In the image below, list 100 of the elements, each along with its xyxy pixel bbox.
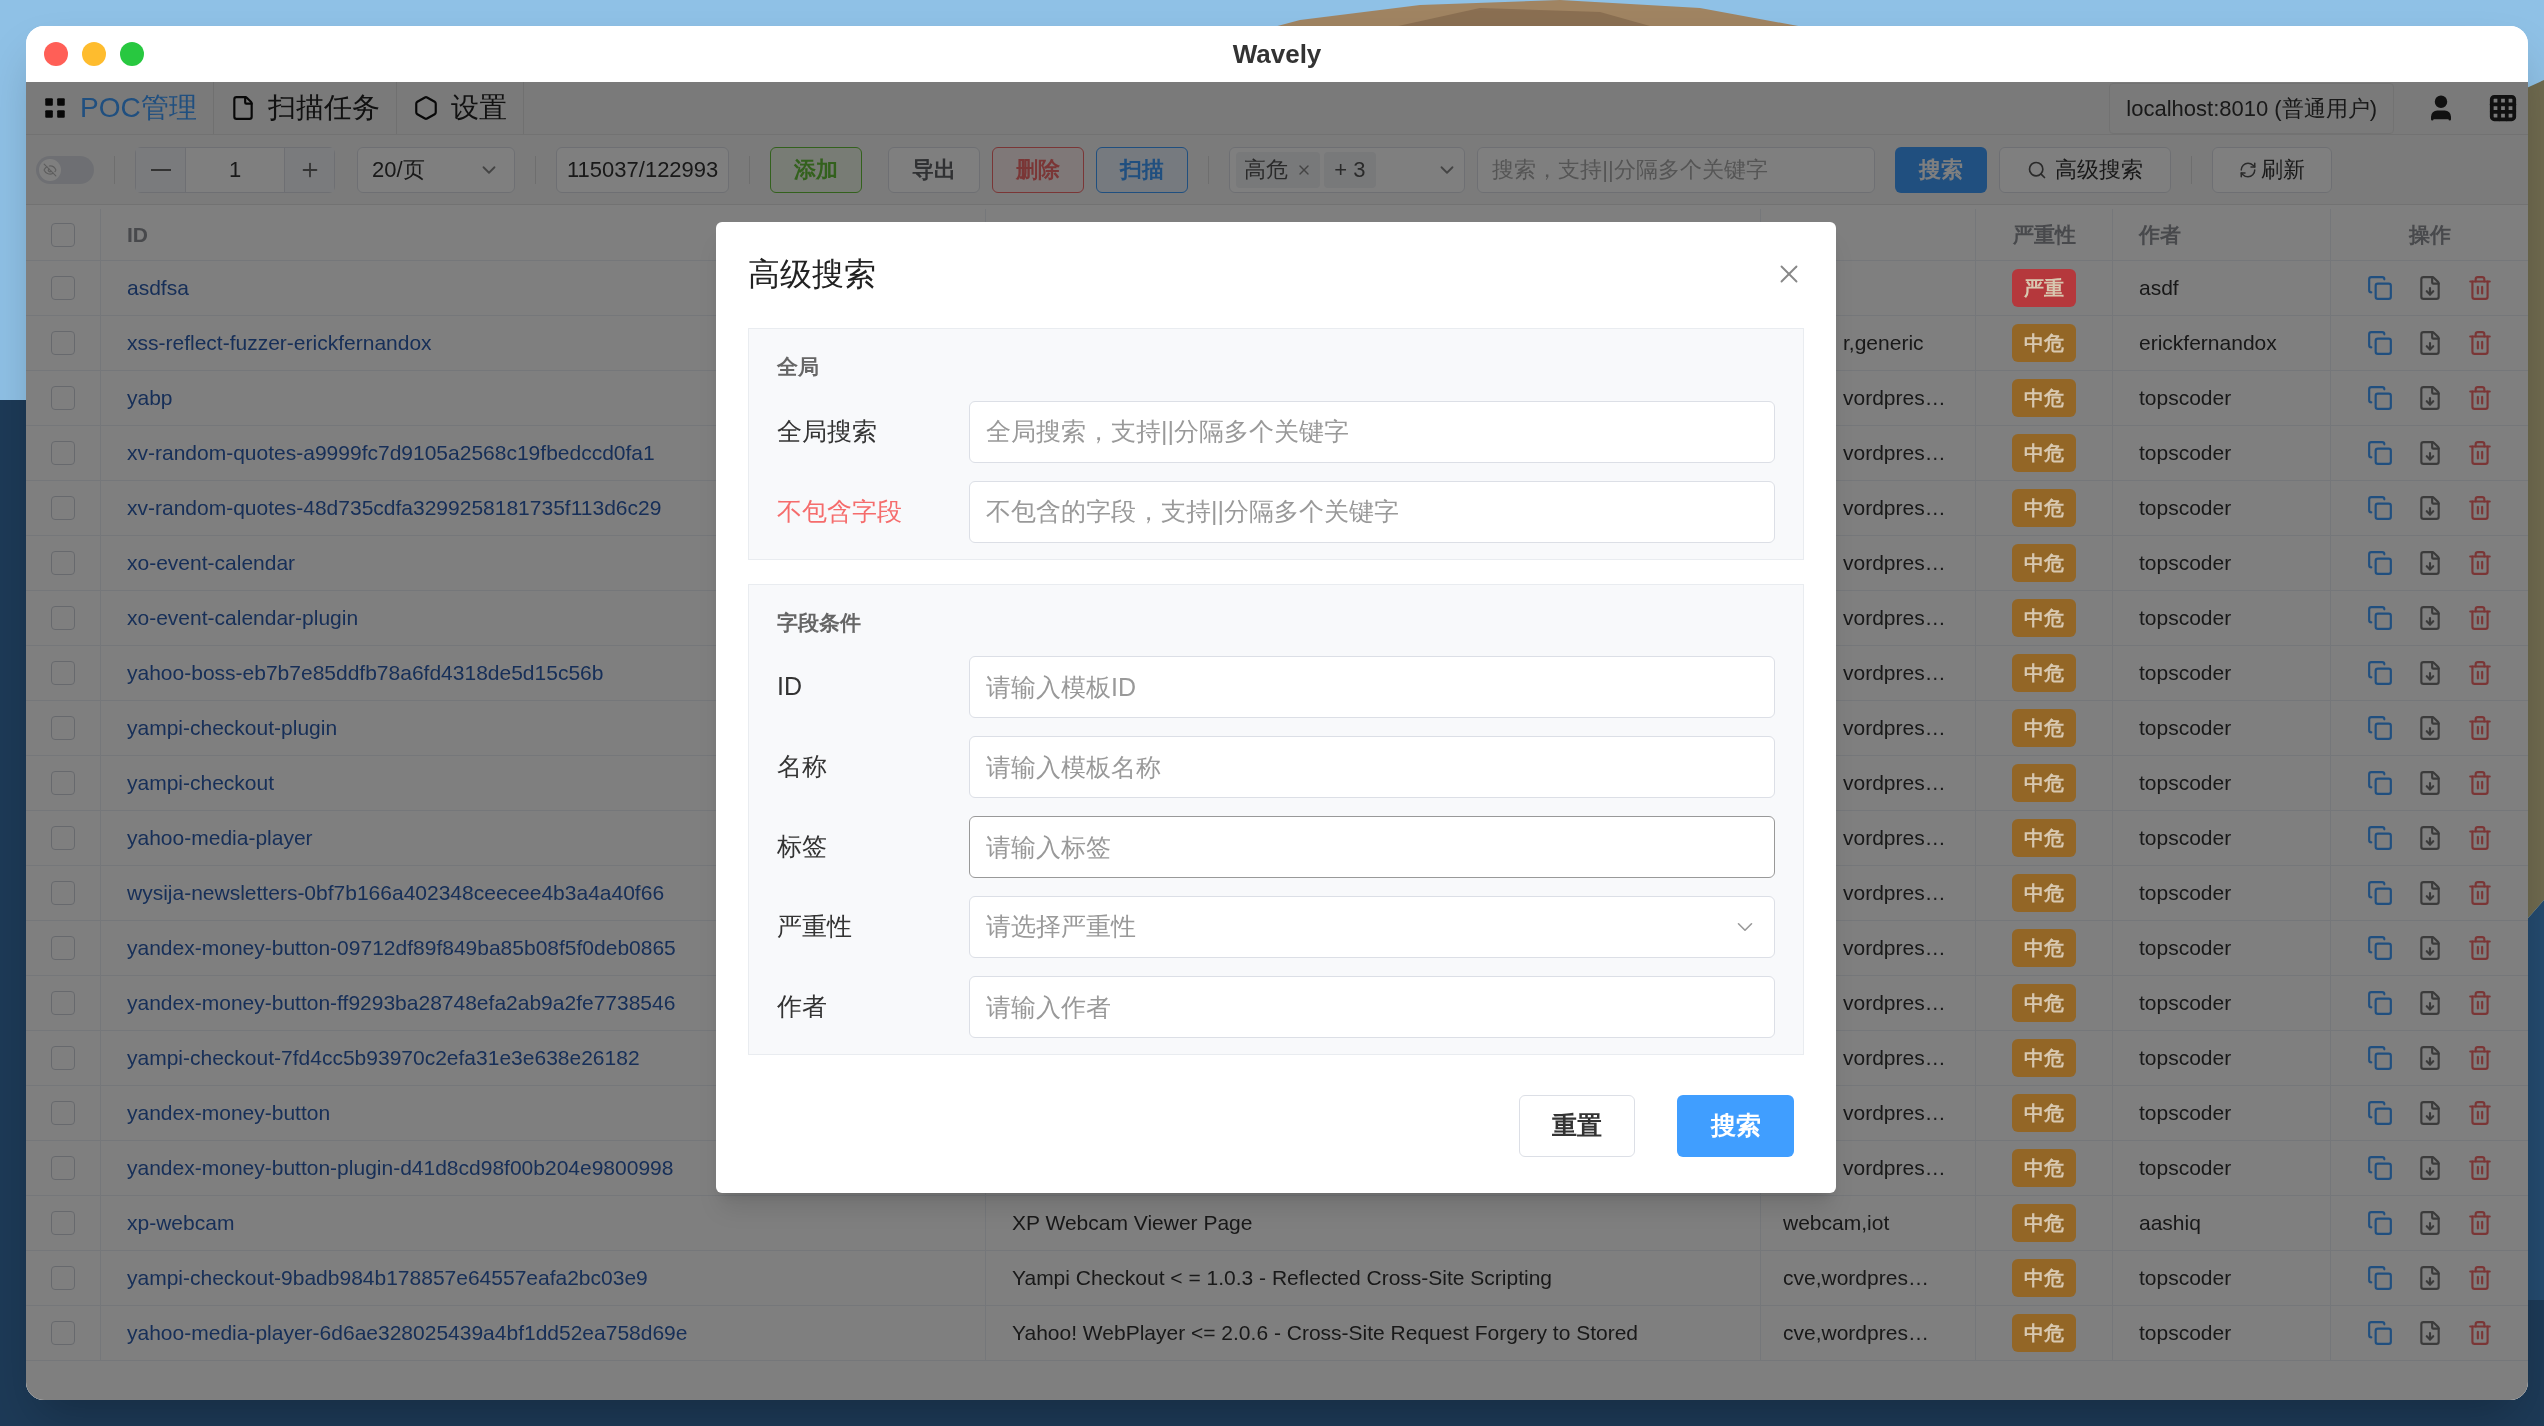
delete-icon[interactable]: [2466, 880, 2493, 906]
row-checkbox[interactable]: [51, 881, 75, 905]
template-id-link[interactable]: yampi-checkout-7fd4cc5b93970c2efa31e3e638e26182: [127, 1042, 640, 1074]
delete-icon[interactable]: [2466, 550, 2493, 576]
template-id-link[interactable]: yampi-checkout-plugin: [127, 712, 338, 744]
copy-icon[interactable]: [2366, 440, 2393, 466]
reset-button[interactable]: 重置: [1519, 1095, 1635, 1157]
copy-icon[interactable]: [2366, 990, 2393, 1016]
delete-icon[interactable]: [2466, 660, 2493, 686]
template-id-link[interactable]: yampi-checkout: [127, 767, 275, 799]
toggle-switch[interactable]: [36, 155, 94, 184]
delete-icon[interactable]: [2466, 1265, 2493, 1291]
row-checkbox[interactable]: [51, 1266, 75, 1290]
copy-icon[interactable]: [2366, 605, 2393, 631]
template-id-link[interactable]: yandex-money-button-plugin-d41d8cd98f00b204e9800998: [127, 1152, 674, 1184]
copy-icon[interactable]: [2366, 770, 2393, 796]
row-checkbox[interactable]: [51, 551, 75, 575]
delete-icon[interactable]: [2466, 495, 2493, 521]
delete-icon[interactable]: [2466, 1210, 2493, 1236]
template-id-link[interactable]: yandex-money-button-ff9293ba28748efa2ab9a2fe7738546: [127, 987, 676, 1019]
row-checkbox[interactable]: [51, 496, 75, 520]
row-checkbox[interactable]: [51, 991, 75, 1015]
copy-icon[interactable]: [2366, 1155, 2393, 1181]
copy-icon[interactable]: [2366, 935, 2393, 961]
template-id-link[interactable]: xss-reflect-fuzzer-erickfernandox: [127, 327, 432, 359]
copy-icon[interactable]: [2366, 550, 2393, 576]
row-checkbox[interactable]: [51, 1101, 75, 1125]
delete-icon[interactable]: [2466, 1320, 2493, 1346]
template-id-link[interactable]: yandex-money-button: [127, 1097, 331, 1129]
delete-icon[interactable]: [2466, 715, 2493, 741]
delete-icon[interactable]: [2466, 1045, 2493, 1071]
template-id-link[interactable]: yampi-checkout-9badb984b178857e64557eafa2bc03e9: [127, 1262, 648, 1294]
close-window-icon[interactable]: [44, 42, 68, 66]
delete-icon[interactable]: [2466, 275, 2493, 301]
select-all-checkbox[interactable]: [51, 222, 75, 247]
template-id-link[interactable]: yandex-money-button-09712df89f849ba85b08f5f0deb0865: [127, 932, 676, 964]
delete-icon[interactable]: [2466, 935, 2493, 961]
copy-icon[interactable]: [2366, 1320, 2393, 1346]
maximize-window-icon[interactable]: [120, 42, 144, 66]
submit-search-button[interactable]: 搜索: [1677, 1095, 1794, 1157]
template-id-link[interactable]: yahoo-media-player-6d6ae328025439a4bf1dd52ea758d69e: [127, 1317, 688, 1349]
row-checkbox[interactable]: [51, 661, 75, 685]
copy-icon[interactable]: [2366, 1210, 2393, 1236]
toolbar-button[interactable]: 导出: [888, 146, 981, 193]
template-id-link[interactable]: xp-webcam: [127, 1207, 235, 1239]
severity-filter-select[interactable]: 高危 + 3: [1229, 146, 1466, 193]
template-id-link[interactable]: asdfsa: [127, 272, 189, 304]
row-checkbox[interactable]: [51, 771, 75, 795]
template-id-link[interactable]: yabp: [127, 382, 173, 414]
template-id-link[interactable]: xv-random-quotes-48d735cdfa3299258181735f113d6c29: [127, 492, 662, 524]
copy-icon[interactable]: [2366, 275, 2393, 301]
row-checkbox[interactable]: [51, 1156, 75, 1180]
copy-icon[interactable]: [2366, 330, 2393, 356]
delete-icon[interactable]: [2466, 1155, 2493, 1181]
template-id-link[interactable]: xv-random-quotes-a9999fc7d9105a2568c19fbedccd0fa1: [127, 437, 655, 469]
page-size-select[interactable]: 20/页: [357, 146, 515, 193]
row-checkbox[interactable]: [51, 826, 75, 850]
row-checkbox[interactable]: [51, 276, 75, 300]
copy-icon[interactable]: [2366, 715, 2393, 741]
search-button[interactable]: 搜索: [1895, 146, 1988, 193]
severity-select[interactable]: 请选择严重性: [969, 896, 1775, 958]
delete-icon[interactable]: [2466, 440, 2493, 466]
template-id-link[interactable]: yahoo-boss-eb7b7e85ddfb78a6fd4318de5d15c56b: [127, 657, 604, 689]
row-checkbox[interactable]: [51, 1321, 75, 1345]
delete-icon[interactable]: [2466, 1100, 2493, 1126]
delete-icon[interactable]: [2466, 825, 2493, 851]
row-checkbox[interactable]: [51, 386, 75, 410]
row-checkbox[interactable]: [51, 606, 75, 630]
delete-icon[interactable]: [2466, 385, 2493, 411]
advanced-search-button[interactable]: 高级搜索: [1999, 146, 2172, 193]
row-checkbox[interactable]: [51, 1211, 75, 1235]
copy-icon[interactable]: [2366, 1045, 2393, 1071]
template-id-link[interactable]: wysija-newsletters-0bf7b166a402348ceecee4b3a4a40f66: [127, 877, 665, 909]
toolbar-button[interactable]: 添加: [770, 146, 863, 193]
row-checkbox[interactable]: [51, 936, 75, 960]
minimize-window-icon[interactable]: [82, 42, 106, 66]
copy-icon[interactable]: [2366, 495, 2393, 521]
delete-icon[interactable]: [2466, 330, 2493, 356]
delete-icon[interactable]: [2466, 770, 2493, 796]
row-checkbox[interactable]: [51, 331, 75, 355]
copy-icon[interactable]: [2366, 385, 2393, 411]
copy-icon[interactable]: [2366, 1100, 2393, 1126]
row-checkbox[interactable]: [51, 716, 75, 740]
row-checkbox[interactable]: [51, 441, 75, 465]
apps-grid-icon[interactable]: [2488, 93, 2518, 123]
refresh-button[interactable]: 刷新: [2212, 146, 2333, 193]
template-id-link[interactable]: xo-event-calendar-plugin: [127, 602, 359, 634]
toolbar-button[interactable]: 扫描: [1096, 146, 1189, 193]
template-id-link[interactable]: yahoo-media-player: [127, 822, 313, 854]
copy-icon[interactable]: [2366, 880, 2393, 906]
copy-icon[interactable]: [2366, 660, 2393, 686]
table-cell-text: vordpres…: [1843, 1100, 1946, 1127]
row-checkbox[interactable]: [51, 1046, 75, 1070]
copy-icon[interactable]: [2366, 825, 2393, 851]
copy-icon[interactable]: [2366, 1265, 2393, 1291]
delete-icon[interactable]: [2466, 990, 2493, 1016]
delete-icon[interactable]: [2466, 605, 2493, 631]
template-id-link[interactable]: xo-event-calendar: [127, 547, 296, 579]
toolbar-button[interactable]: 删除: [992, 146, 1085, 193]
input-field[interactable]: 请输入标签: [969, 816, 1775, 878]
